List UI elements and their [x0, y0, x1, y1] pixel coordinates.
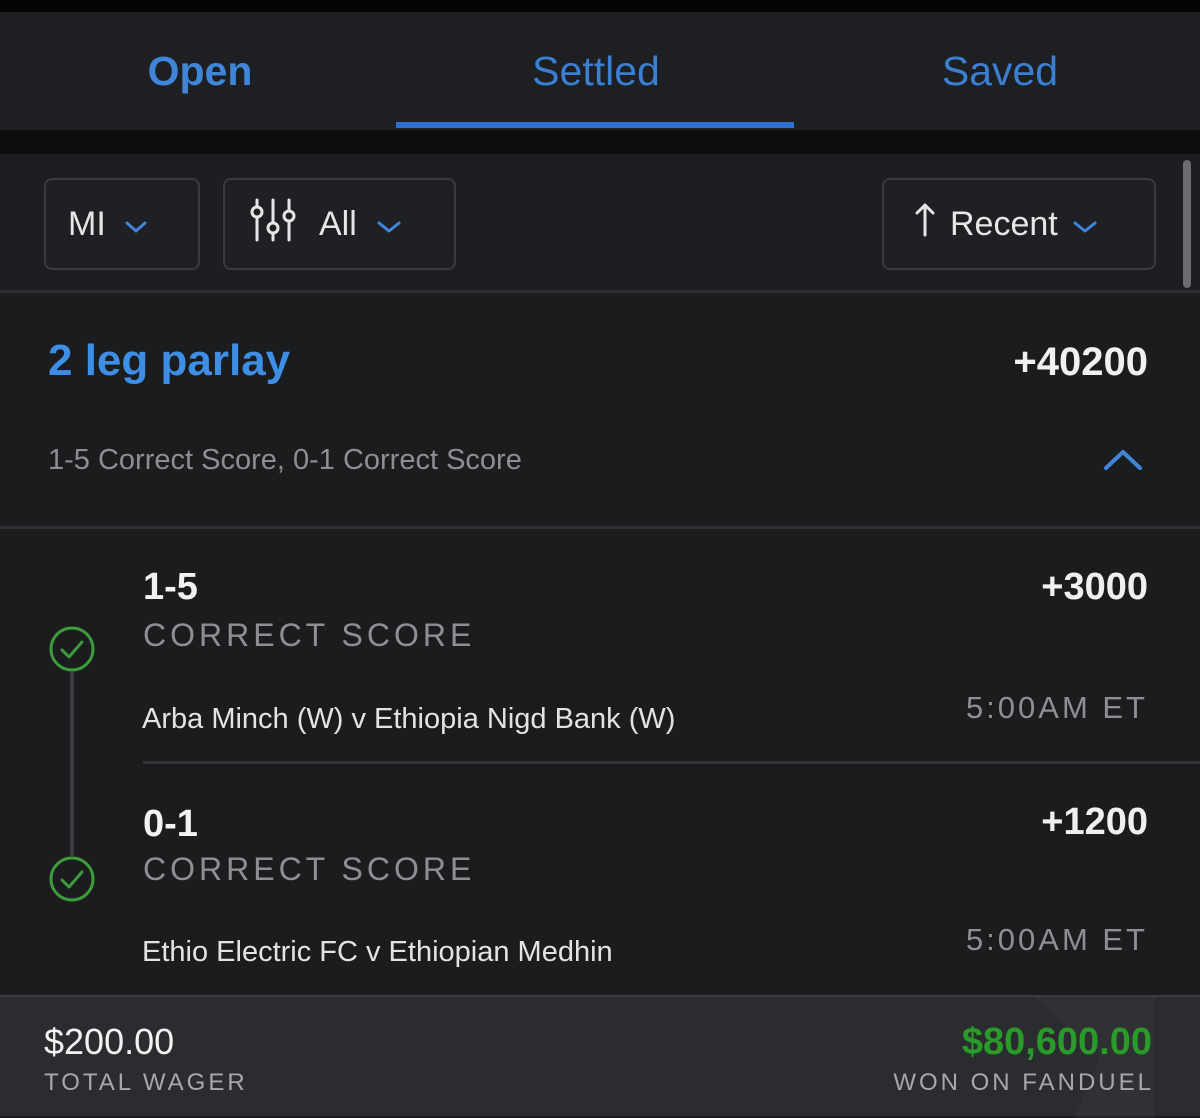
tab-saved[interactable]: Saved: [800, 12, 1200, 130]
winnings-amount: $80,600.00: [961, 1021, 1152, 1063]
winnings-label: WON ON FANDUEL: [893, 1069, 1154, 1096]
state-filter-label: MI: [68, 204, 106, 243]
leg-pick: 0-1: [143, 803, 198, 845]
leg-event[interactable]: Ethio Electric FC v Ethiopian Medhin: [142, 936, 613, 969]
chevron-down-icon: [124, 205, 148, 244]
filter-bar: MI All Recent: [0, 154, 1200, 290]
tab-open[interactable]: Open: [0, 12, 400, 130]
divider: [0, 290, 1200, 293]
sort-dropdown[interactable]: Recent: [882, 178, 1156, 270]
total-wager-label: TOTAL WAGER: [44, 1069, 248, 1096]
active-tab-indicator: [396, 122, 794, 128]
section-gap: [0, 130, 1200, 154]
state-filter-dropdown[interactable]: MI: [44, 178, 200, 270]
leg-time: 5:00AM ET: [965, 922, 1148, 957]
chevron-up-icon: [1104, 450, 1142, 470]
sliders-icon: [249, 196, 297, 253]
leg-market: CORRECT SCORE: [143, 851, 476, 887]
total-wager-amount: $200.00: [44, 1021, 175, 1062]
sort-label: Recent: [950, 204, 1058, 243]
chevron-down-icon: [1072, 205, 1098, 244]
check-circle-icon: [48, 855, 96, 903]
leg-event[interactable]: Arba Minch (W) v Ethiopia Nigd Bank (W): [142, 703, 675, 736]
leg-divider: [143, 761, 1200, 764]
scrollbar[interactable]: [1183, 160, 1191, 288]
bet-type-filter-dropdown[interactable]: All: [223, 178, 456, 270]
check-circle-icon: [48, 625, 96, 673]
tab-settled[interactable]: Settled: [396, 12, 796, 130]
legs-divider: [0, 526, 1200, 529]
parlay-summary: 1-5 Correct Score, 0-1 Correct Score: [48, 444, 522, 476]
status-strip: [0, 0, 1200, 12]
leg-odds: +3000: [1041, 566, 1148, 608]
leg-odds: +1200: [1041, 801, 1148, 843]
bet-footer: $200.00 TOTAL WAGER $80,600.00 WON ON FA…: [0, 995, 1200, 1118]
parlay-title[interactable]: 2 leg parlay: [48, 336, 290, 386]
leg-pick: 1-5: [143, 566, 198, 608]
chevron-down-icon: [375, 205, 403, 244]
collapse-button[interactable]: [1100, 440, 1146, 480]
leg-market: CORRECT SCORE: [143, 617, 476, 653]
leg-time: 5:00AM ET: [965, 690, 1148, 725]
parlay-odds: +40200: [1013, 340, 1148, 384]
bet-type-filter-label: All: [319, 204, 357, 243]
bet-tabs: Open Settled Saved: [0, 12, 1200, 130]
leg-connector-line: [70, 672, 74, 856]
arrow-up-icon: [914, 201, 936, 248]
